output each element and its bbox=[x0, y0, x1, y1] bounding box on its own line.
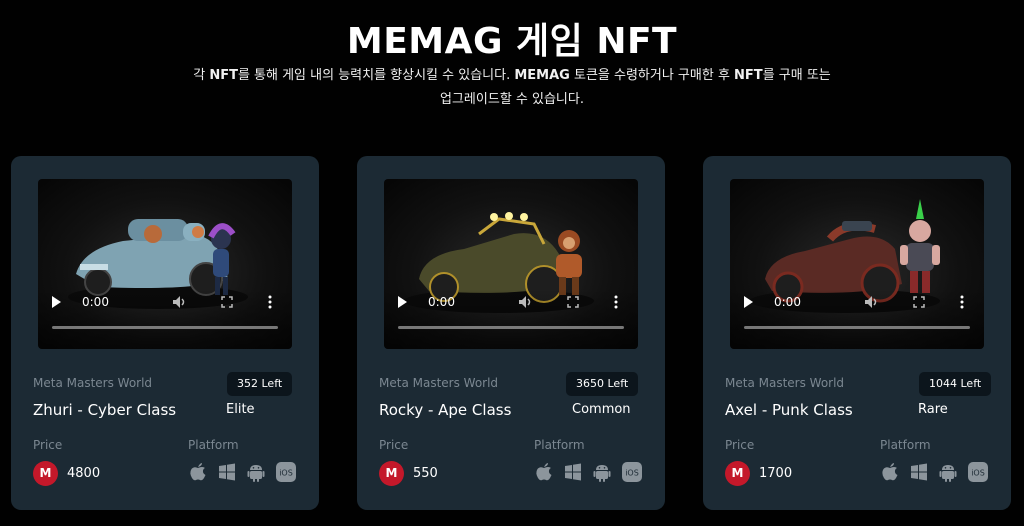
volume-icon[interactable] bbox=[518, 295, 532, 309]
ios-icon: iOS bbox=[968, 462, 988, 482]
android-icon bbox=[247, 465, 265, 482]
video-time: 0:00 bbox=[428, 295, 455, 309]
collection-name: Meta Masters World bbox=[725, 376, 845, 390]
nft-name: Zhuri - Cyber Class bbox=[33, 401, 177, 419]
more-options-icon[interactable] bbox=[959, 295, 965, 309]
price-label: Price bbox=[725, 438, 755, 452]
nft-tier: Common bbox=[572, 402, 631, 417]
nft-card-zhuri[interactable]: 0:00 Meta Masters World 352 Left Zhuri -… bbox=[11, 156, 319, 510]
page-title: MEMAG 게임 NFT bbox=[346, 21, 678, 62]
video-time: 0:00 bbox=[774, 295, 801, 309]
collection-name: Meta Masters World bbox=[379, 376, 499, 390]
windows-icon bbox=[565, 463, 581, 481]
memag-coin-icon: M bbox=[379, 461, 404, 486]
nft-price: 1700 bbox=[759, 466, 793, 481]
android-icon bbox=[593, 465, 611, 482]
nft-video-player[interactable]: 0:00 bbox=[38, 179, 292, 349]
video-progress-bar[interactable] bbox=[398, 326, 624, 329]
fullscreen-icon[interactable] bbox=[913, 296, 925, 308]
windows-icon bbox=[219, 463, 235, 481]
play-icon[interactable] bbox=[52, 296, 61, 308]
more-options-icon[interactable] bbox=[613, 295, 619, 309]
nft-card-rocky[interactable]: 0:00 Meta Masters World 3650 Left Rocky … bbox=[357, 156, 665, 510]
platform-label: Platform bbox=[534, 438, 585, 452]
windows-icon bbox=[911, 463, 927, 481]
fullscreen-icon[interactable] bbox=[567, 296, 579, 308]
nft-price: 550 bbox=[413, 466, 438, 481]
nft-name: Axel - Punk Class bbox=[725, 401, 853, 419]
android-icon bbox=[939, 465, 957, 482]
video-progress-bar[interactable] bbox=[744, 326, 970, 329]
more-options-icon[interactable] bbox=[267, 295, 273, 309]
nft-video-player[interactable]: 0:00 bbox=[384, 179, 638, 349]
svg-text:iOS: iOS bbox=[625, 469, 639, 478]
remaining-badge: 3650 Left bbox=[566, 372, 639, 396]
price-label: Price bbox=[33, 438, 63, 452]
nft-name: Rocky - Ape Class bbox=[379, 401, 512, 419]
apple-icon bbox=[190, 463, 206, 481]
ios-icon: iOS bbox=[276, 462, 296, 482]
play-icon[interactable] bbox=[744, 296, 753, 308]
memag-coin-icon: M bbox=[33, 461, 58, 486]
volume-icon[interactable] bbox=[172, 295, 186, 309]
price-label: Price bbox=[379, 438, 409, 452]
page-subtitle: 각 NFT를 통해 게임 내의 능력치를 향상시킬 수 있습니다. MEMAG … bbox=[193, 68, 831, 107]
nft-price: 4800 bbox=[67, 466, 101, 481]
memag-coin-icon: M bbox=[725, 461, 750, 486]
nft-tier: Elite bbox=[226, 402, 255, 417]
nft-tier: Rare bbox=[918, 402, 948, 417]
volume-icon[interactable] bbox=[864, 295, 878, 309]
video-progress-bar[interactable] bbox=[52, 326, 278, 329]
apple-icon bbox=[536, 463, 552, 481]
apple-icon bbox=[882, 463, 898, 481]
platform-label: Platform bbox=[188, 438, 239, 452]
svg-text:iOS: iOS bbox=[971, 469, 985, 478]
play-icon[interactable] bbox=[398, 296, 407, 308]
remaining-badge: 1044 Left bbox=[919, 372, 992, 396]
remaining-badge: 352 Left bbox=[227, 372, 293, 396]
video-time: 0:00 bbox=[82, 295, 109, 309]
nft-card-axel[interactable]: 0:00 Meta Masters World 1044 Left Axel -… bbox=[703, 156, 1011, 510]
collection-name: Meta Masters World bbox=[33, 376, 153, 390]
ios-icon: iOS bbox=[622, 462, 642, 482]
fullscreen-icon[interactable] bbox=[221, 296, 233, 308]
platform-label: Platform bbox=[880, 438, 931, 452]
nft-video-player[interactable]: 0:00 bbox=[730, 179, 984, 349]
svg-text:iOS: iOS bbox=[279, 469, 293, 478]
